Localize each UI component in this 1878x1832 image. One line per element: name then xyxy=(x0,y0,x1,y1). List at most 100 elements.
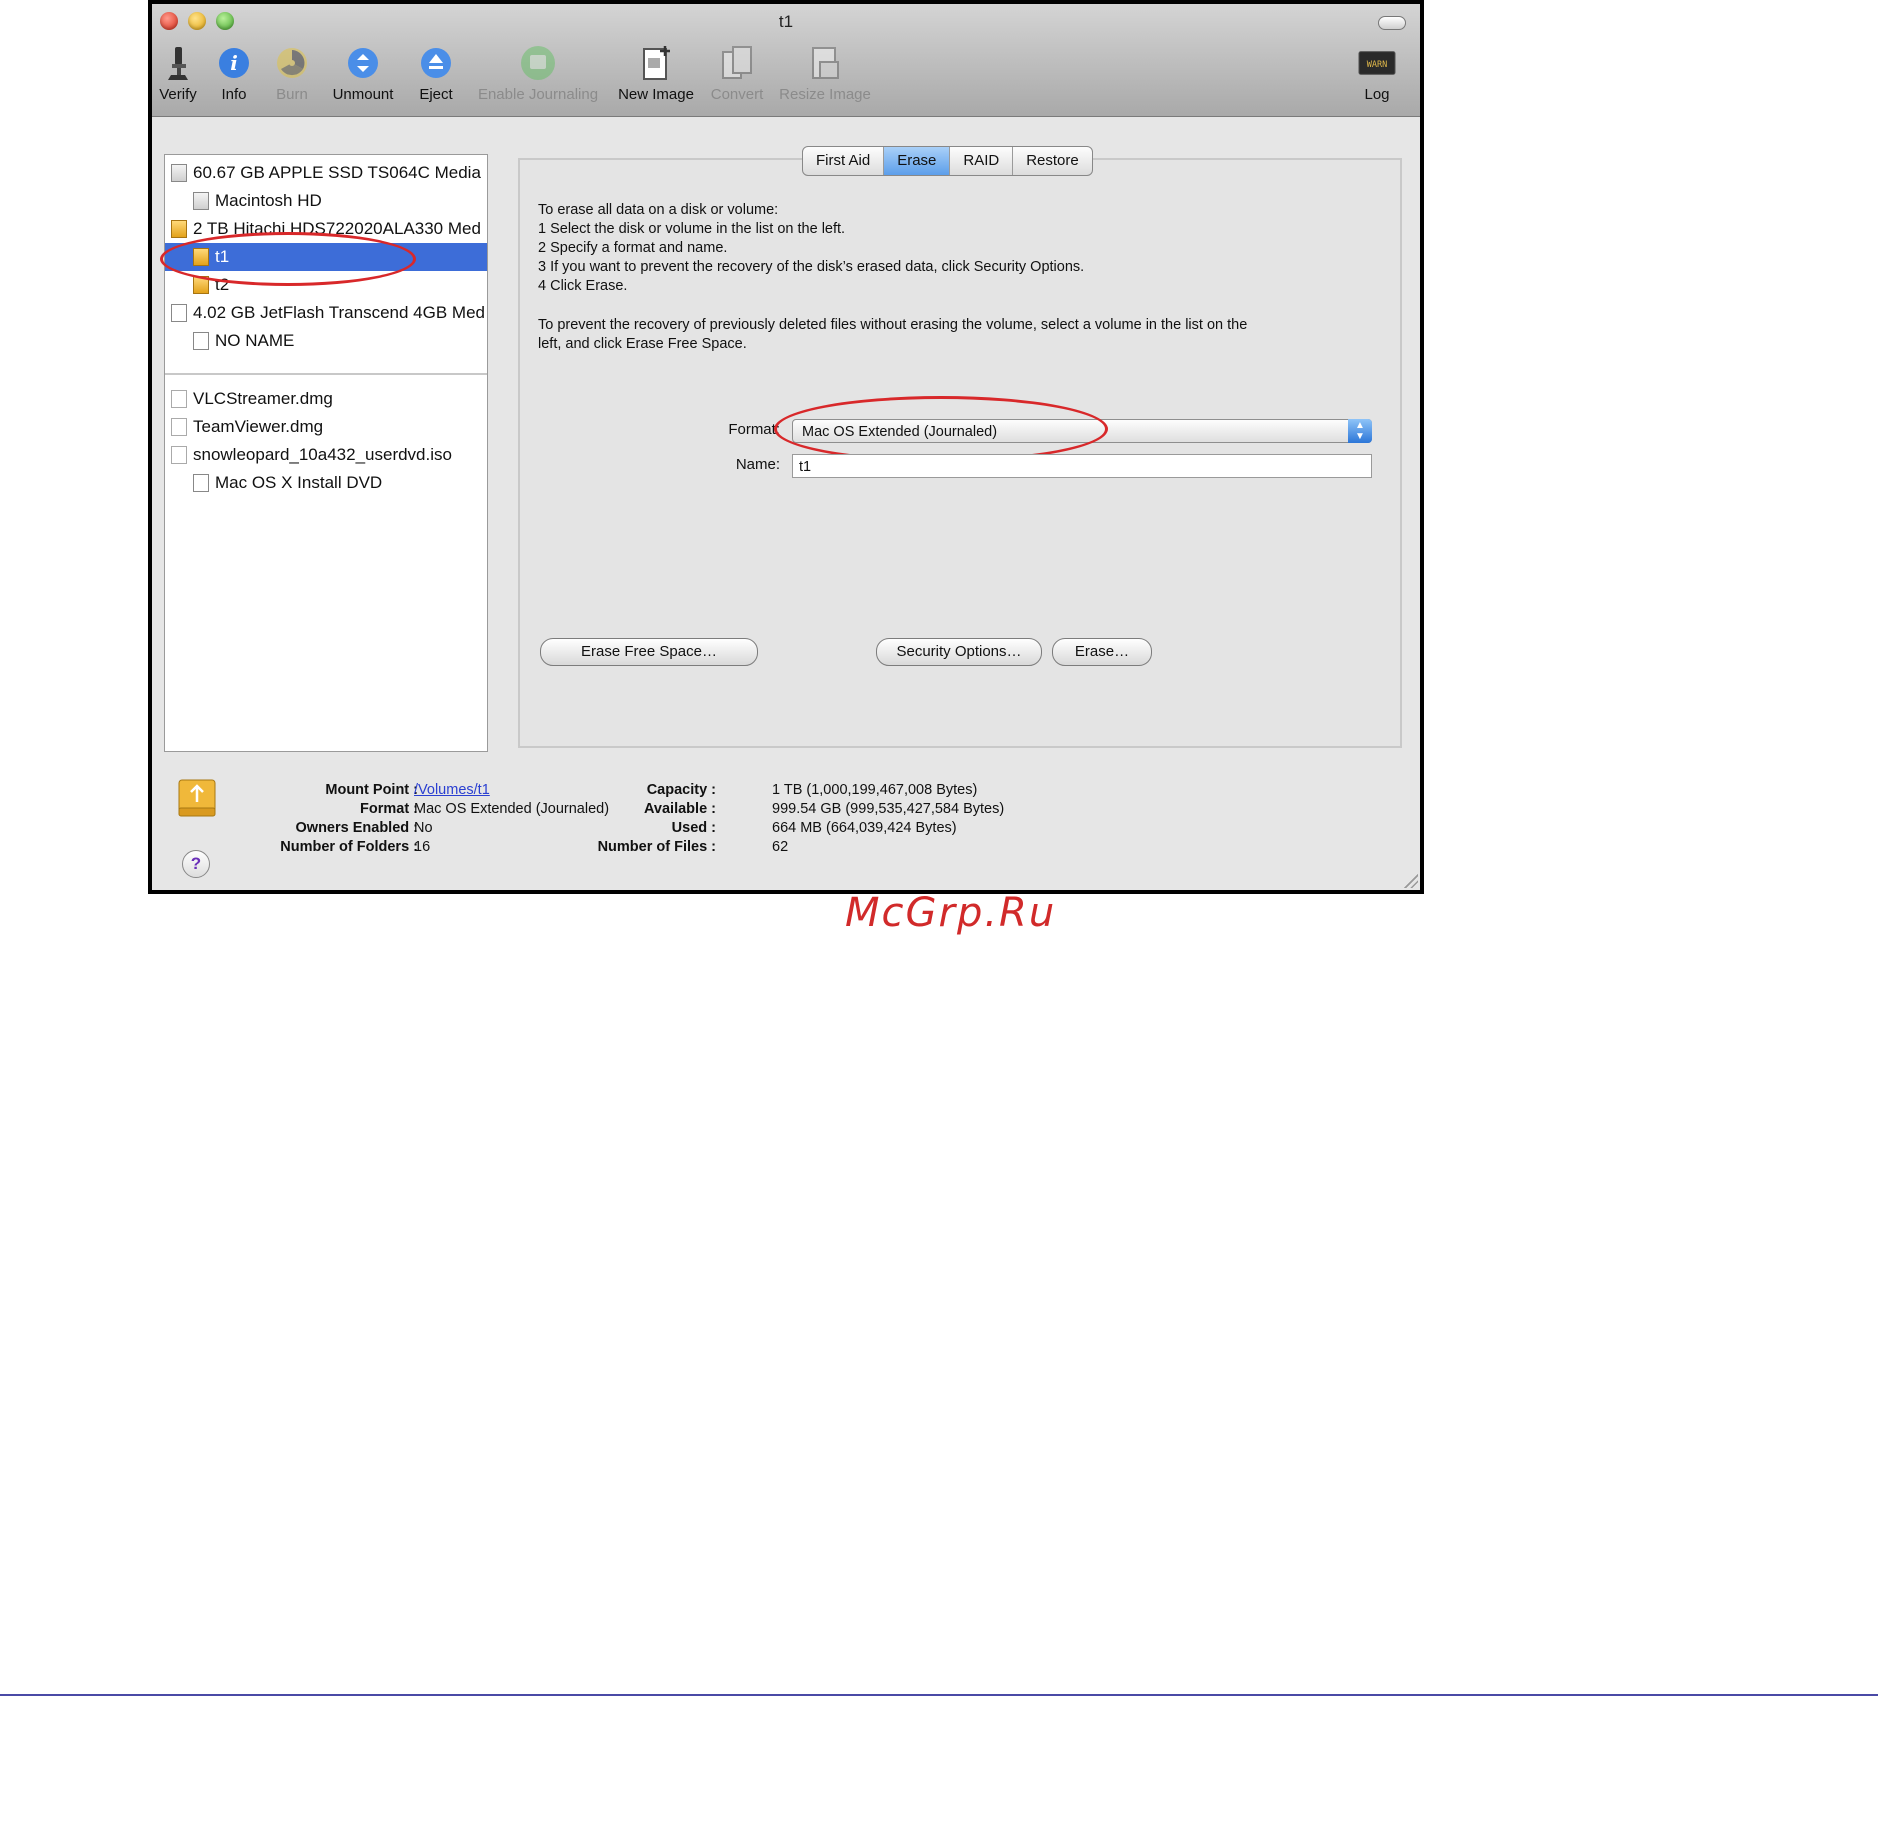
help-icon: ? xyxy=(190,854,202,873)
watermark-text: McGrp.Ru xyxy=(845,890,1057,936)
format-select[interactable]: Mac OS Extended (Journaled) ▲ ▼ xyxy=(792,419,1372,443)
hard-disk-icon xyxy=(171,164,187,182)
format-value: Mac OS Extended (Journaled) xyxy=(802,424,998,440)
volume-icon xyxy=(178,778,216,818)
instruction-line: 2 Specify a format and name. xyxy=(538,240,728,256)
external-disk-icon xyxy=(193,248,209,266)
name-label: Name: xyxy=(735,456,780,473)
resize-image-button[interactable]: Resize Image xyxy=(776,44,874,103)
convert-label: Convert xyxy=(710,86,764,103)
name-input[interactable]: t1 xyxy=(792,454,1372,478)
volume-item-macintosh-hd[interactable]: Macintosh HD xyxy=(165,187,487,215)
available-label: Available : xyxy=(644,801,716,817)
capacity-label: Capacity : xyxy=(646,782,716,798)
number-of-folders-value: 16 xyxy=(414,839,431,855)
disk-item-apple-ssd[interactable]: 60.67 GB APPLE SSD TS064C Media xyxy=(165,159,487,187)
number-of-files-label: Number of Files : xyxy=(597,839,716,855)
volume-item-t2[interactable]: t2 xyxy=(165,271,487,299)
verify-button[interactable]: Verify xyxy=(156,44,200,103)
log-button[interactable]: WARN Log xyxy=(1352,44,1402,103)
eject-label: Eject xyxy=(419,86,453,103)
journaling-icon xyxy=(519,44,557,82)
page-divider xyxy=(0,1694,1878,1696)
unmount-button[interactable]: Unmount xyxy=(328,44,398,103)
format-info-label: Format : xyxy=(360,801,418,817)
info-label: Info xyxy=(221,86,247,103)
mount-point-link[interactable]: /Volumes/t1 xyxy=(414,782,490,798)
erase-free-space-button[interactable]: Erase Free Space… xyxy=(540,638,758,666)
convert-icon xyxy=(718,44,756,82)
select-arrows-icon: ▲ ▼ xyxy=(1348,419,1372,443)
disk-image-icon xyxy=(171,446,187,464)
instruction-line: 3 If you want to prevent the recovery of… xyxy=(538,259,1085,275)
number-of-files-value: 62 xyxy=(772,839,789,855)
volume-item-install-dvd[interactable]: Mac OS X Install DVD xyxy=(165,469,487,497)
verify-label: Verify xyxy=(159,86,197,103)
number-of-folders-label: Number of Folders : xyxy=(280,839,418,855)
sidebar-divider xyxy=(165,373,487,375)
volume-item-no-name[interactable]: NO NAME xyxy=(165,327,487,355)
external-disk-icon xyxy=(171,220,187,238)
image-item-teamviewer[interactable]: TeamViewer.dmg xyxy=(165,413,487,441)
window-title: t1 xyxy=(778,12,794,31)
mount-point-label: Mount Point : xyxy=(325,782,418,798)
disk-list: 60.67 GB APPLE SSD TS064C Media Macintos… xyxy=(164,154,488,752)
help-button[interactable]: ? xyxy=(182,850,210,878)
instruction-line: 1 Select the disk or volume in the list … xyxy=(538,221,846,237)
enable-journaling-label: Enable Journaling xyxy=(477,86,599,103)
capacity-value: 1 TB (1,000,199,467,008 Bytes) xyxy=(772,782,978,798)
burn-label: Burn xyxy=(276,86,308,103)
svg-text:WARN: WARN xyxy=(1367,60,1388,70)
convert-button[interactable]: Convert xyxy=(706,44,768,103)
disk-utility-window: t1 Verify i Info Burn Unmount Eject Enab… xyxy=(148,0,1424,894)
format-info-value: Mac OS Extended (Journaled) xyxy=(414,801,610,817)
usb-volume-icon xyxy=(193,332,209,350)
volume-item-t1[interactable]: t1 xyxy=(165,243,487,271)
disk-item-jetflash[interactable]: 4.02 GB JetFlash Transcend 4GB Med xyxy=(165,299,487,327)
instruction-line: To prevent the recovery of previously de… xyxy=(538,317,1248,333)
tab-bar: First Aid Erase RAID Restore xyxy=(802,146,1093,176)
erase-button[interactable]: Erase… xyxy=(1052,638,1152,666)
hard-disk-icon xyxy=(193,192,209,210)
tab-restore[interactable]: Restore xyxy=(1013,147,1092,175)
log-icon: WARN xyxy=(1358,44,1396,82)
security-options-button[interactable]: Security Options… xyxy=(876,638,1042,666)
eject-icon xyxy=(417,44,455,82)
log-label: Log xyxy=(1364,86,1390,103)
owners-enabled-value: No xyxy=(414,820,433,836)
instruction-line: To erase all data on a disk or volume: xyxy=(538,202,779,218)
svg-text:i: i xyxy=(230,51,238,75)
eject-button[interactable]: Eject xyxy=(414,44,458,103)
disk-item-hitachi[interactable]: 2 TB Hitachi HDS722020ALA330 Med xyxy=(165,215,487,243)
instruction-line: 4 Click Erase. xyxy=(538,278,628,294)
toolbar-toggle-button[interactable] xyxy=(1378,16,1406,30)
resize-grip-icon[interactable] xyxy=(1404,874,1418,888)
toolbar: t1 Verify i Info Burn Unmount Eject Enab… xyxy=(152,4,1420,117)
image-item-snowleopard[interactable]: snowleopard_10a432_userdvd.iso xyxy=(165,441,487,469)
format-label: Format: xyxy=(728,421,780,438)
tab-first-aid[interactable]: First Aid xyxy=(803,147,885,175)
new-image-button[interactable]: New Image xyxy=(614,44,698,103)
unmount-label: Unmount xyxy=(332,86,394,103)
dvd-volume-icon xyxy=(193,474,209,492)
instruction-line: left, and click Erase Free Space. xyxy=(538,336,747,352)
owners-enabled-label: Owners Enabled : xyxy=(295,820,418,836)
tab-erase[interactable]: Erase xyxy=(884,147,951,175)
used-value: 664 MB (664,039,424 Bytes) xyxy=(772,820,957,836)
enable-journaling-button[interactable]: Enable Journaling xyxy=(474,44,602,103)
radiation-icon xyxy=(273,44,311,82)
external-disk-icon xyxy=(193,276,209,294)
microscope-icon xyxy=(159,44,197,82)
usb-disk-icon xyxy=(171,304,187,322)
info-icon: i xyxy=(215,44,253,82)
info-button[interactable]: i Info xyxy=(212,44,256,103)
image-item-vlcstreamer[interactable]: VLCStreamer.dmg xyxy=(165,385,487,413)
disk-image-icon xyxy=(171,418,187,436)
unmount-icon xyxy=(344,44,382,82)
disk-image-icon xyxy=(171,390,187,408)
used-label: Used : xyxy=(671,820,716,836)
burn-button[interactable]: Burn xyxy=(270,44,314,103)
tab-raid[interactable]: RAID xyxy=(950,147,1014,175)
available-value: 999.54 GB (999,535,427,584 Bytes) xyxy=(772,801,1005,817)
new-image-label: New Image xyxy=(618,86,694,103)
